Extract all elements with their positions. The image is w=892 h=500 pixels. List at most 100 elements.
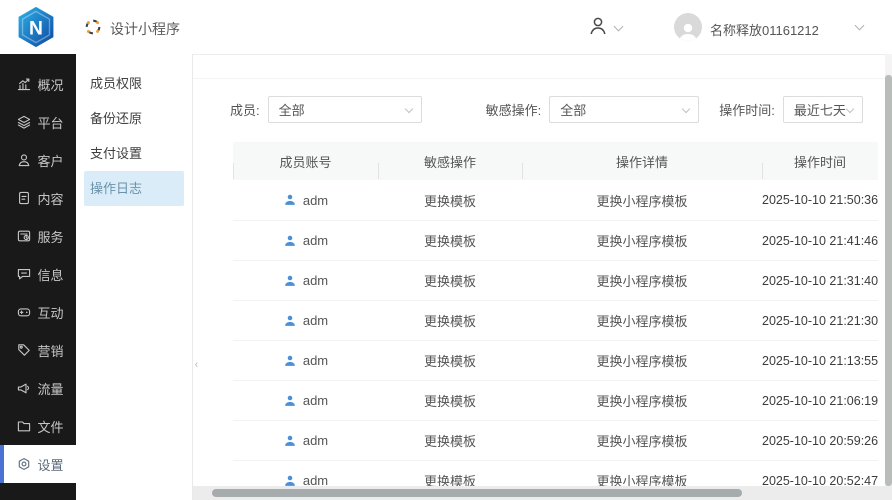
member-account-text: adm <box>303 353 328 368</box>
settings-gear-icon <box>16 456 32 472</box>
table-header-cell: 成员账号 <box>233 152 378 171</box>
mini-program-icon <box>84 18 102 36</box>
cell-sensitive-action: 更换模板 <box>378 431 522 450</box>
avatar-person-icon <box>677 21 699 41</box>
filter: 敏感操作: 全部 <box>486 96 700 123</box>
user-icon <box>283 434 297 448</box>
vertical-scrollbar-track[interactable] <box>885 54 892 486</box>
top-bar: N 设计小程序 名称释放01161212 <box>0 0 892 54</box>
submenu-item-label: 操作日志 <box>90 181 142 196</box>
table-row[interactable]: adm 更换模板 更换小程序模板 2025-10-10 21:06:19 <box>233 380 878 420</box>
sidebar-item-label: 服务 <box>37 227 63 246</box>
header-divider <box>193 54 892 55</box>
cell-action-time: 2025-10-10 20:59:26 <box>762 434 878 448</box>
horizontal-scrollbar-thumb[interactable] <box>212 489 742 497</box>
cell-action-time: 2025-10-10 21:50:36 <box>762 193 878 207</box>
svg-text:N: N <box>29 18 43 39</box>
member-account-text: adm <box>303 273 328 288</box>
sidebar-item[interactable]: 文件 <box>0 407 76 445</box>
cell-action-time: 2025-10-10 21:13:55 <box>762 354 878 368</box>
user-avatar[interactable] <box>674 13 702 41</box>
submenu-item-label: 成员权限 <box>90 76 142 91</box>
app-title[interactable]: 设计小程序 <box>110 19 180 39</box>
marketing-tag-icon <box>16 342 32 358</box>
cell-member-account: adm <box>233 273 378 288</box>
sidebar-item[interactable]: 互动 <box>0 293 76 331</box>
chevron-down-icon <box>614 21 624 31</box>
service-icon <box>16 228 32 244</box>
cell-sensitive-action: 更换模板 <box>378 391 522 410</box>
cell-action-detail: 更换小程序模板 <box>522 191 762 210</box>
table-row[interactable]: adm 更换模板 更换小程序模板 2025-10-10 21:13:55 <box>233 340 878 380</box>
filter-select[interactable]: 最近七天 <box>783 96 863 123</box>
submenu-item-label: 备份还原 <box>90 111 142 126</box>
table-header-cell: 操作时间 <box>762 152 878 171</box>
sidebar-item-label: 互动 <box>37 303 63 322</box>
main-content: 操作日志 成员: 全部 敏感操作: 全部 <box>193 0 892 500</box>
submenu-item[interactable]: 支付设置 <box>76 136 192 171</box>
table-header: 成员账号 敏感操作 操作详情 操作时间 <box>233 142 878 180</box>
table-row[interactable]: adm 更换模板 更换小程序模板 2025-10-10 21:21:30 <box>233 300 878 340</box>
sidebar-item[interactable]: 服务 <box>0 217 76 255</box>
sidebar-item[interactable]: 平台 <box>0 103 76 141</box>
cell-action-time: 2025-10-10 21:06:19 <box>762 394 878 408</box>
cell-member-account: adm <box>233 393 378 408</box>
table-row[interactable]: adm 更换模板 更换小程序模板 2025-10-10 21:31:40 <box>233 260 878 300</box>
table-row[interactable]: adm 更换模板 更换小程序模板 2025-10-10 20:59:26 <box>233 420 878 460</box>
cell-action-detail: 更换小程序模板 <box>522 271 762 290</box>
member-account-text: adm <box>303 193 328 208</box>
cell-sensitive-action: 更换模板 <box>378 191 522 210</box>
settings-submenu: 成员权限 备份还原 支付设置 操作日志 <box>76 54 193 500</box>
sidebar-item[interactable]: 客户 <box>0 141 76 179</box>
filter-select[interactable]: 全部 <box>268 96 422 123</box>
sidebar-item[interactable]: 信息 <box>0 255 76 293</box>
submenu-item-label: 支付设置 <box>90 146 142 161</box>
member-account-text: adm <box>303 313 328 328</box>
filter-label: 敏感操作: <box>486 100 542 119</box>
person-icon <box>588 15 608 37</box>
sidebar-item[interactable]: 流量 <box>0 369 76 407</box>
subheader-divider <box>193 78 892 79</box>
table-row[interactable]: adm 更换模板 更换小程序模板 2025-10-10 21:50:36 <box>233 180 878 220</box>
cell-sensitive-action: 更换模板 <box>378 311 522 330</box>
horizontal-scrollbar-track[interactable] <box>193 486 892 500</box>
cell-member-account: adm <box>233 433 378 448</box>
chevron-down-icon <box>682 105 690 113</box>
traffic-megaphone-icon <box>16 380 32 396</box>
account-menu[interactable] <box>588 15 622 37</box>
user-name[interactable]: 名称释放01161212 <box>710 20 819 39</box>
main-sidebar: 概况 平台 客户 内容 服务 信息 <box>0 54 76 500</box>
sidebar-item[interactable]: 概况 <box>0 65 76 103</box>
cell-action-detail: 更换小程序模板 <box>522 231 762 250</box>
filter: 操作时间: 最近七天 <box>719 96 863 123</box>
sidebar-item[interactable]: 内容 <box>0 179 76 217</box>
sidebar-item-label: 文件 <box>37 417 63 436</box>
sidebar-collapse-handle[interactable]: ‹ <box>191 350 202 380</box>
chevron-down-icon[interactable] <box>855 21 865 31</box>
sidebar-item[interactable]: 营销 <box>0 331 76 369</box>
submenu-item[interactable]: 操作日志 <box>84 171 184 206</box>
cell-action-detail: 更换小程序模板 <box>522 391 762 410</box>
sidebar-item-label: 流量 <box>37 379 63 398</box>
vertical-scrollbar-thumb[interactable] <box>885 75 892 486</box>
user-icon <box>283 234 297 248</box>
member-account-text: adm <box>303 233 328 248</box>
cell-action-time: 2025-10-10 21:21:30 <box>762 314 878 328</box>
chevron-down-icon <box>404 105 412 113</box>
brand-logo-icon: N <box>14 5 58 49</box>
operation-log-table: 成员账号 敏感操作 操作详情 操作时间 <box>233 142 878 500</box>
sidebar-item-label: 营销 <box>37 341 63 360</box>
sidebar-item[interactable]: 设置 <box>0 445 76 483</box>
sidebar-item-label: 设置 <box>37 455 63 474</box>
table-row[interactable]: adm 更换模板 更换小程序模板 2025-10-10 21:41:46 <box>233 220 878 260</box>
submenu-item[interactable]: 成员权限 <box>76 66 192 101</box>
filter-select[interactable]: 全部 <box>549 96 699 123</box>
user-icon <box>283 394 297 408</box>
submenu-item[interactable]: 备份还原 <box>76 101 192 136</box>
sidebar-item-label: 客户 <box>37 151 63 170</box>
filter-bar: 成员: 全部 敏感操作: 全部 操作时间: <box>230 96 863 123</box>
user-icon <box>283 274 297 288</box>
cell-sensitive-action: 更换模板 <box>378 271 522 290</box>
filter-select-value: 全部 <box>279 100 305 119</box>
user-icon <box>283 354 297 368</box>
